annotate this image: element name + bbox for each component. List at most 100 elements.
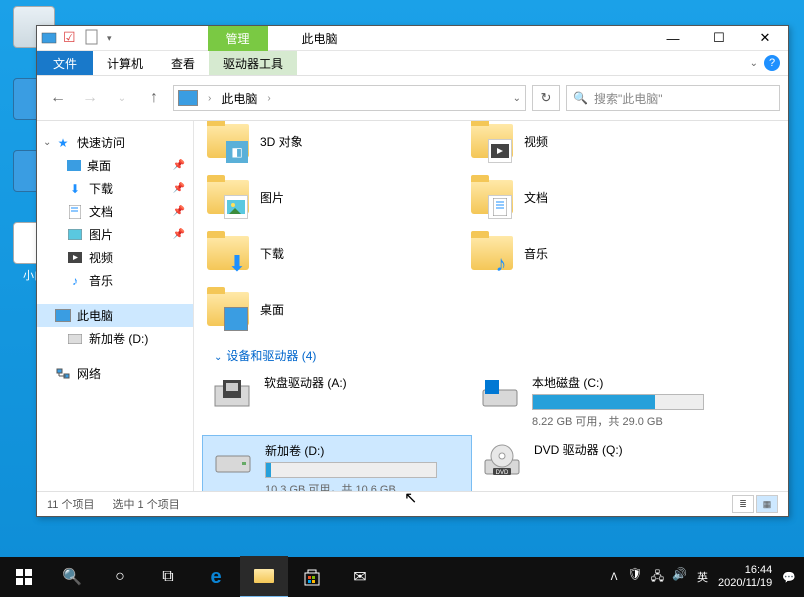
breadcrumb[interactable]: 此电脑 xyxy=(221,90,257,107)
folder-3d-objects[interactable]: ◧3D 对象 xyxy=(202,121,466,169)
clock-date: 2020/11/19 xyxy=(718,577,772,590)
contextual-tab-manage[interactable]: 管理 xyxy=(208,26,268,51)
music-icon: ♪ xyxy=(67,273,83,289)
tab-drive-tools[interactable]: 驱动器工具 xyxy=(209,51,297,75)
chevron-right-icon[interactable]: › xyxy=(267,93,270,104)
back-button[interactable]: ← xyxy=(45,85,71,111)
view-details-button[interactable]: ≣ xyxy=(732,495,754,513)
explorer-button[interactable] xyxy=(240,556,288,597)
drive-icon xyxy=(478,374,522,414)
document-icon xyxy=(488,195,512,219)
status-item-count: 11 个项目 xyxy=(47,496,94,512)
store-button[interactable] xyxy=(288,557,336,597)
mail-button[interactable]: ✉ xyxy=(336,557,384,597)
navigation-pane: ⌄★快速访问 桌面📌 ⬇下载📌 文档📌 图片📌 视频 ♪音乐 此电脑 新加卷 (… xyxy=(37,121,194,491)
video-icon xyxy=(67,250,83,266)
star-icon: ★ xyxy=(55,135,71,151)
capacity-bar xyxy=(532,394,704,410)
search-icon: 🔍 xyxy=(573,91,588,105)
address-bar[interactable]: › 此电脑 › ⌄ xyxy=(173,85,526,111)
minimize-button[interactable]: — xyxy=(650,26,696,50)
folder-music[interactable]: ♪音乐 xyxy=(466,225,730,281)
folder-documents[interactable]: 文档 xyxy=(466,169,730,225)
tray-chevron-icon[interactable]: ᐱ xyxy=(611,572,618,583)
network-icon xyxy=(55,366,71,382)
nav-this-pc[interactable]: 此电脑 xyxy=(37,304,193,327)
drive-new-volume-d[interactable]: 新加卷 (D:) 10.3 GB 可用，共 10.6 GB xyxy=(202,435,472,491)
explorer-window: ☑ ▾ 管理 此电脑 — ☐ ✕ 文件 计算机 查看 驱动器工具 ⌄ ? xyxy=(36,25,789,517)
refresh-button[interactable]: ↻ xyxy=(532,85,560,111)
drive-local-c[interactable]: 本地磁盘 (C:) 8.22 GB 可用，共 29.0 GB xyxy=(470,368,738,435)
tab-computer[interactable]: 计算机 xyxy=(93,51,157,75)
taskbar: 🔍 ○ ⧉ e ✉ ᐱ 🛡 🖧 🔊 英 16:44 2020/11/19 💬 xyxy=(0,557,804,597)
folder-desktop[interactable]: 桌面 xyxy=(202,281,466,337)
help-icon[interactable]: ? xyxy=(764,55,780,71)
nav-pictures[interactable]: 图片📌 xyxy=(37,223,193,246)
pin-icon: 📌 xyxy=(173,206,185,217)
this-pc-icon xyxy=(178,90,198,106)
download-icon: ⬇ xyxy=(67,181,83,197)
floppy-icon xyxy=(210,374,254,414)
nav-documents[interactable]: 文档📌 xyxy=(37,200,193,223)
search-placeholder: 搜索"此电脑" xyxy=(594,90,663,107)
clock[interactable]: 16:44 2020/11/19 xyxy=(718,564,772,590)
search-button[interactable]: 🔍 xyxy=(48,557,96,597)
nav-network[interactable]: 网络 xyxy=(37,362,193,385)
recent-dropdown[interactable]: ⌄ xyxy=(109,85,135,111)
desktop-icon xyxy=(224,307,248,331)
volume-icon[interactable]: 🔊 xyxy=(672,567,687,588)
security-icon[interactable]: 🛡 xyxy=(627,567,642,588)
pin-icon: 📌 xyxy=(173,229,185,240)
ribbon-expand-icon[interactable]: ⌄ xyxy=(750,58,758,69)
ime-indicator[interactable]: 英 xyxy=(697,569,708,585)
folder-pictures[interactable]: 图片 xyxy=(202,169,466,225)
content-pane: ◧3D 对象 视频 图片 文档 ⬇下载 ♪音乐 桌面 ⌄设备和驱动器 (4) xyxy=(194,121,788,491)
nav-quick-access[interactable]: ⌄★快速访问 xyxy=(37,131,193,154)
status-bar: 11 个项目 选中 1 个项目 ≣ ▦ xyxy=(37,491,788,516)
task-view-button[interactable]: ⧉ xyxy=(144,557,192,597)
qat-new-icon[interactable] xyxy=(85,29,103,47)
start-button[interactable] xyxy=(0,557,48,597)
folder-videos[interactable]: 视频 xyxy=(466,121,730,169)
video-icon xyxy=(488,139,512,163)
tab-file[interactable]: 文件 xyxy=(37,51,93,75)
up-button[interactable]: ↑ xyxy=(141,85,167,111)
folder-downloads[interactable]: ⬇下载 xyxy=(202,225,466,281)
address-dropdown-icon[interactable]: ⌄ xyxy=(513,93,521,104)
maximize-button[interactable]: ☐ xyxy=(696,26,742,50)
qat-properties-icon[interactable]: ☑ xyxy=(63,29,81,47)
picture-icon xyxy=(224,195,248,219)
view-large-button[interactable]: ▦ xyxy=(756,495,778,513)
drive-icon xyxy=(211,442,255,482)
search-input[interactable]: 🔍 搜索"此电脑" xyxy=(566,85,780,111)
nav-downloads[interactable]: ⬇下载📌 xyxy=(37,177,193,200)
3d-icon: ◧ xyxy=(226,141,248,163)
chevron-down-icon[interactable]: ⌄ xyxy=(214,352,222,363)
section-devices-drives[interactable]: ⌄设备和驱动器 (4) xyxy=(202,337,780,368)
pin-icon: 📌 xyxy=(173,160,185,171)
action-center-icon[interactable]: 💬 xyxy=(782,571,796,584)
desktop-icon xyxy=(67,160,81,171)
drive-dvd-q[interactable]: DVD DVD 驱动器 (Q:) xyxy=(472,435,740,491)
network-tray-icon[interactable]: 🖧 xyxy=(651,567,664,588)
nav-videos[interactable]: 视频 xyxy=(37,246,193,269)
window-title: 此电脑 xyxy=(302,30,338,47)
status-selection: 选中 1 个项目 xyxy=(112,496,179,512)
cortana-button[interactable]: ○ xyxy=(96,557,144,597)
nav-desktop[interactable]: 桌面📌 xyxy=(37,154,193,177)
pin-icon: 📌 xyxy=(173,183,185,194)
forward-button[interactable]: → xyxy=(77,85,103,111)
drive-floppy-a[interactable]: 软盘驱动器 (A:) xyxy=(202,368,470,435)
chevron-down-icon[interactable]: ⌄ xyxy=(43,137,51,148)
nav-music[interactable]: ♪音乐 xyxy=(37,269,193,292)
svg-text:DVD: DVD xyxy=(496,470,509,476)
chevron-right-icon[interactable]: › xyxy=(208,93,211,104)
close-button[interactable]: ✕ xyxy=(742,26,788,50)
document-icon xyxy=(67,204,83,220)
qat-dropdown-icon[interactable]: ▾ xyxy=(107,33,112,44)
drive-icon xyxy=(67,331,83,347)
this-pc-icon xyxy=(55,309,71,322)
nav-new-volume-d[interactable]: 新加卷 (D:) xyxy=(37,327,193,350)
tab-view[interactable]: 查看 xyxy=(157,51,209,75)
edge-button[interactable]: e xyxy=(192,557,240,597)
